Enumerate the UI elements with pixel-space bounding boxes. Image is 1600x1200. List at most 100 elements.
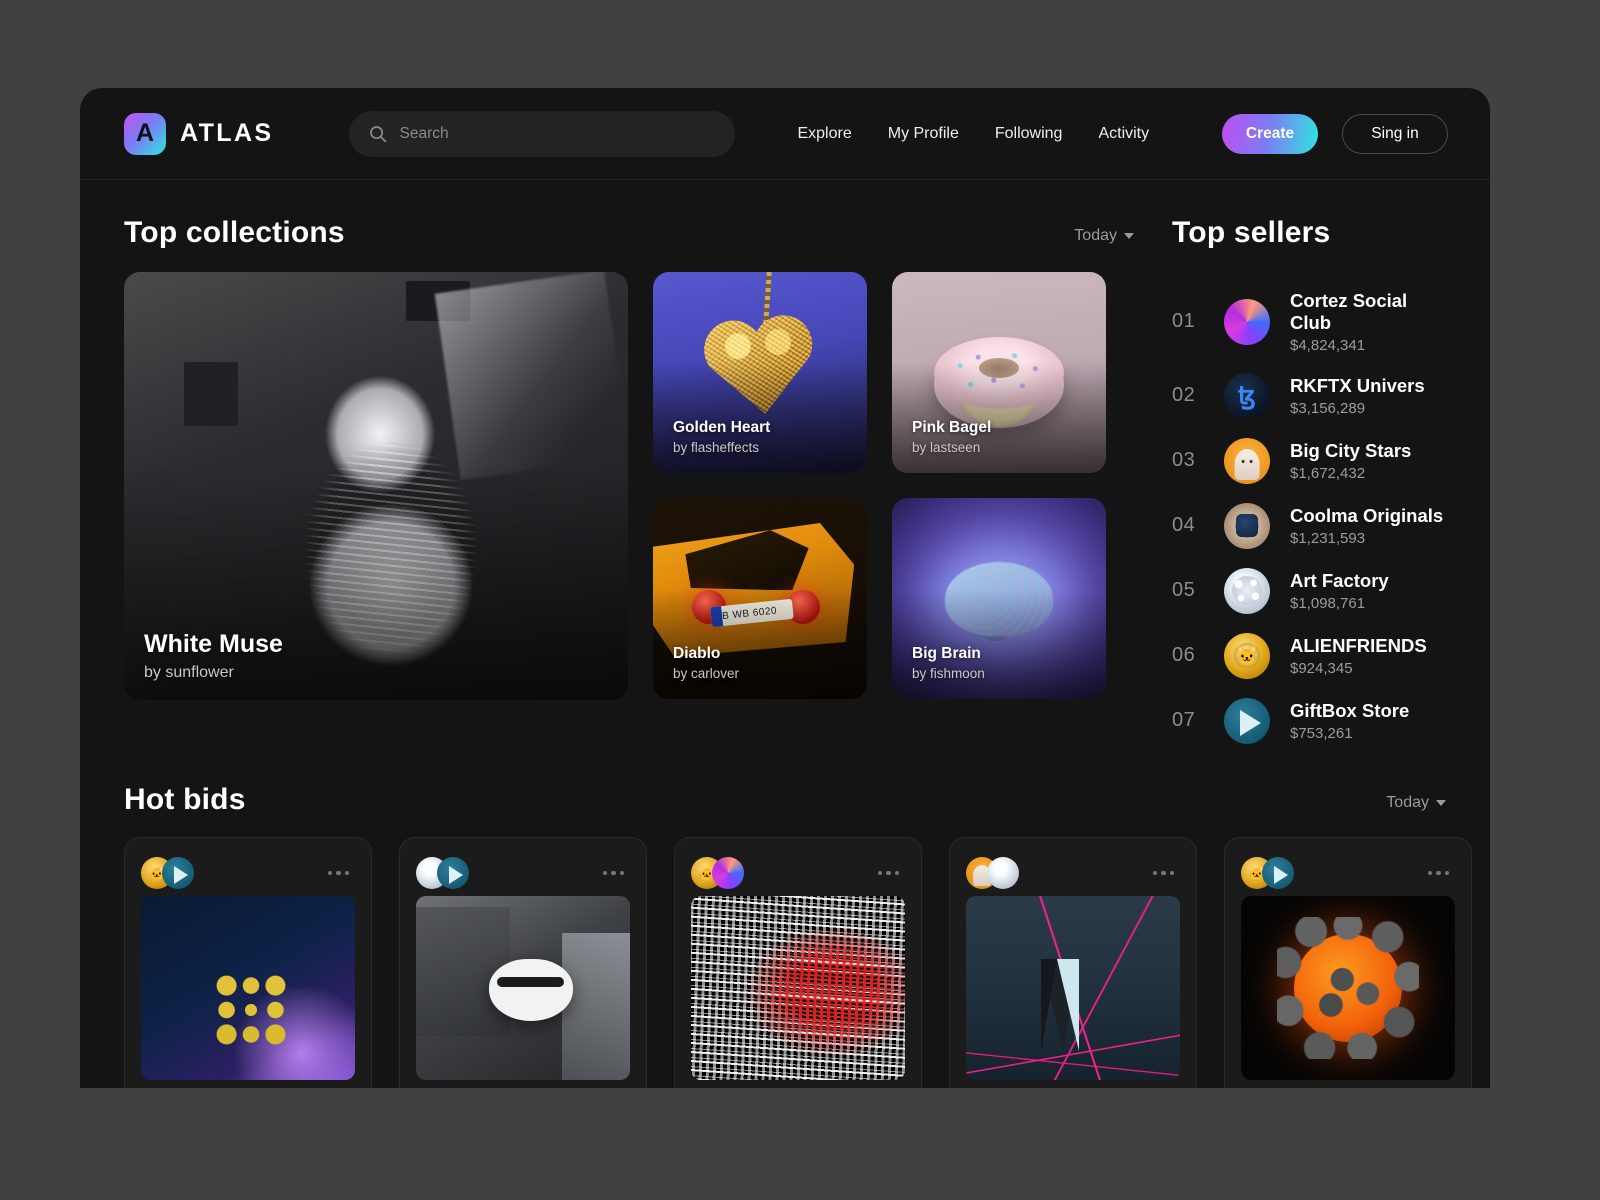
collection-author: by fishmoon — [912, 666, 985, 681]
bid-artwork — [416, 896, 630, 1080]
search-bar[interactable] — [349, 110, 736, 157]
search-icon — [370, 125, 387, 142]
seller-name: ALIENFRIENDS — [1290, 634, 1427, 656]
seller-row[interactable]: 06 🐱 ALIENFRIENDS $924,345 — [1172, 623, 1446, 688]
left-column: Top collections Today White Muse by sunf… — [124, 180, 1134, 753]
collection-title: White Muse — [144, 630, 283, 658]
more-options-icon[interactable] — [1147, 865, 1181, 882]
hot-bids-title: Hot bids — [124, 783, 246, 816]
hot-bids-section: Hot bids Today 🐱 🐱 🐱 — [80, 753, 1490, 1088]
hot-bids-header: Hot bids Today — [124, 753, 1446, 837]
more-options-icon[interactable] — [597, 865, 631, 882]
bid-artwork — [691, 896, 905, 1080]
cat-face-icon: 🐱 — [1235, 645, 1259, 667]
bid-artwork — [1241, 896, 1455, 1080]
hot-bids-list: 🐱 YellowBalls #9271 — [124, 837, 1472, 1088]
hot-bids-period-dropdown[interactable]: Today — [1386, 794, 1446, 817]
more-options-icon[interactable] — [1422, 865, 1456, 882]
create-button[interactable]: Create — [1222, 113, 1318, 154]
ghost-shape — [1234, 449, 1260, 480]
bid-avatars: 🐱 — [691, 857, 744, 889]
collection-card-meta: Golden Heart by flasheffects — [653, 403, 867, 473]
play-avatar — [1262, 857, 1294, 889]
seller-name: Art Factory — [1290, 569, 1389, 591]
seller-row[interactable]: 01 Cortez Social Club $4,824,341 — [1172, 280, 1446, 363]
seller-rank: 07 — [1172, 709, 1196, 731]
bid-card-footer: Fragile balance #5325 — [966, 1080, 1180, 1088]
bid-card-footer: Number of Love #2121 — [691, 1080, 905, 1088]
sign-in-button[interactable]: Sing in — [1342, 113, 1448, 154]
collections-column: Pink Bagel by lastseen Big Brain by fish — [892, 272, 1106, 700]
collection-title: Diablo — [673, 645, 721, 662]
more-options-icon[interactable] — [872, 865, 906, 882]
seller-rank: 02 — [1172, 384, 1196, 406]
search-input[interactable] — [399, 124, 716, 143]
bid-card-lava-lamp[interactable]: 🐱 Lava lamp #2891 — [1224, 837, 1472, 1088]
seller-info: ALIENFRIENDS $924,345 — [1290, 635, 1427, 677]
bid-card-fragile-balance[interactable]: Fragile balance #5325 — [949, 837, 1197, 1088]
seller-row[interactable]: 04 Coolma Originals $1,231,593 — [1172, 493, 1446, 558]
collection-card-meta: White Muse by sunflower — [124, 614, 628, 700]
nav-item-my-profile[interactable]: My Profile — [888, 125, 959, 143]
artwork-shape — [488, 958, 573, 1021]
seller-row[interactable]: 05 Art Factory $1,098,761 — [1172, 558, 1446, 623]
chevron-down-icon — [1124, 233, 1134, 239]
seller-row[interactable]: 02 ꜩ RKFTX Univers $3,156,289 — [1172, 363, 1446, 428]
seller-info: Art Factory $1,098,761 — [1290, 570, 1389, 612]
top-header: A ATLAS Explore My Profile Following Act… — [80, 88, 1490, 180]
seller-price: $753,261 — [1290, 724, 1353, 742]
nav-item-following[interactable]: Following — [995, 125, 1063, 143]
brand-logo[interactable]: A ATLAS — [124, 112, 274, 155]
cortez-avatar — [712, 857, 744, 889]
bid-artwork — [966, 896, 1180, 1080]
bid-card-number-of-love[interactable]: 🐱 Number of Love #2121 — [674, 837, 922, 1088]
bid-card-incognito[interactable]: Incognito #4444 — [399, 837, 647, 1088]
collection-card-meta: Pink Bagel by lastseen — [892, 403, 1106, 473]
header-actions: Create Sing in — [1222, 113, 1448, 154]
collections-period-value: Today — [1074, 227, 1117, 244]
brand-name: ATLAS — [180, 119, 274, 147]
collection-author: by flasheffects — [673, 440, 760, 455]
collections-period-dropdown[interactable]: Today — [1074, 227, 1134, 250]
bid-card-header: 🐱 — [1241, 854, 1455, 892]
seller-info: RKFTX Univers $3,156,289 — [1290, 375, 1425, 417]
top-sellers-list: 01 Cortez Social Club $4,824,341 02 ꜩ RK… — [1172, 280, 1446, 753]
seller-name: Cortez Social Club — [1290, 289, 1408, 333]
top-collections-title: Top collections — [124, 216, 345, 249]
collection-card-pink-bagel[interactable]: Pink Bagel by lastseen — [892, 272, 1106, 473]
page-body: Top collections Today White Muse by sunf… — [80, 180, 1490, 753]
ghost-avatar — [1224, 437, 1270, 484]
artwork-shape — [691, 896, 905, 1080]
shell-avatar — [1224, 502, 1270, 549]
more-options-icon[interactable] — [322, 865, 356, 882]
collection-card-white-muse[interactable]: White Muse by sunflower — [124, 272, 628, 700]
seller-price: $1,098,761 — [1290, 594, 1366, 612]
seller-info: Coolma Originals $1,231,593 — [1290, 505, 1443, 547]
collection-card-diablo[interactable]: B WB 6020 Diablo by carlover — [653, 498, 867, 699]
collection-card-meta: Big Brain by fishmoon — [892, 629, 1106, 699]
logo-mark-icon: A — [124, 112, 166, 155]
seller-name: RKFTX Univers — [1290, 374, 1425, 396]
collection-card-big-brain[interactable]: Big Brain by fishmoon — [892, 498, 1106, 699]
seller-row[interactable]: 03 Big City Stars $1,672,432 — [1172, 428, 1446, 493]
bid-avatars — [966, 857, 1019, 889]
bid-avatars — [416, 857, 469, 889]
artwork-shape — [213, 973, 288, 1048]
seller-rank: 04 — [1172, 514, 1196, 536]
seller-row[interactable]: 07 GiftBox Store $753,261 — [1172, 688, 1446, 753]
seller-price: $924,345 — [1290, 659, 1353, 677]
nav-item-activity[interactable]: Activity — [1098, 125, 1149, 143]
chevron-down-icon — [1436, 800, 1446, 806]
top-sellers-title: Top sellers — [1172, 216, 1331, 249]
top-sellers-header: Top sellers — [1172, 180, 1446, 272]
seller-rank: 06 — [1172, 644, 1196, 666]
collection-title: Golden Heart — [673, 419, 771, 436]
bid-card-yellowballs[interactable]: 🐱 YellowBalls #9271 — [124, 837, 372, 1088]
pearl-avatar — [987, 857, 1019, 889]
bid-card-header — [416, 854, 630, 892]
tezos-glyph: ꜩ — [1238, 382, 1256, 410]
artwork-shape — [1277, 917, 1419, 1059]
nav-item-explore[interactable]: Explore — [797, 125, 851, 143]
collection-author: by sunflower — [144, 664, 234, 681]
collection-card-golden-heart[interactable]: Golden Heart by flasheffects — [653, 272, 867, 473]
